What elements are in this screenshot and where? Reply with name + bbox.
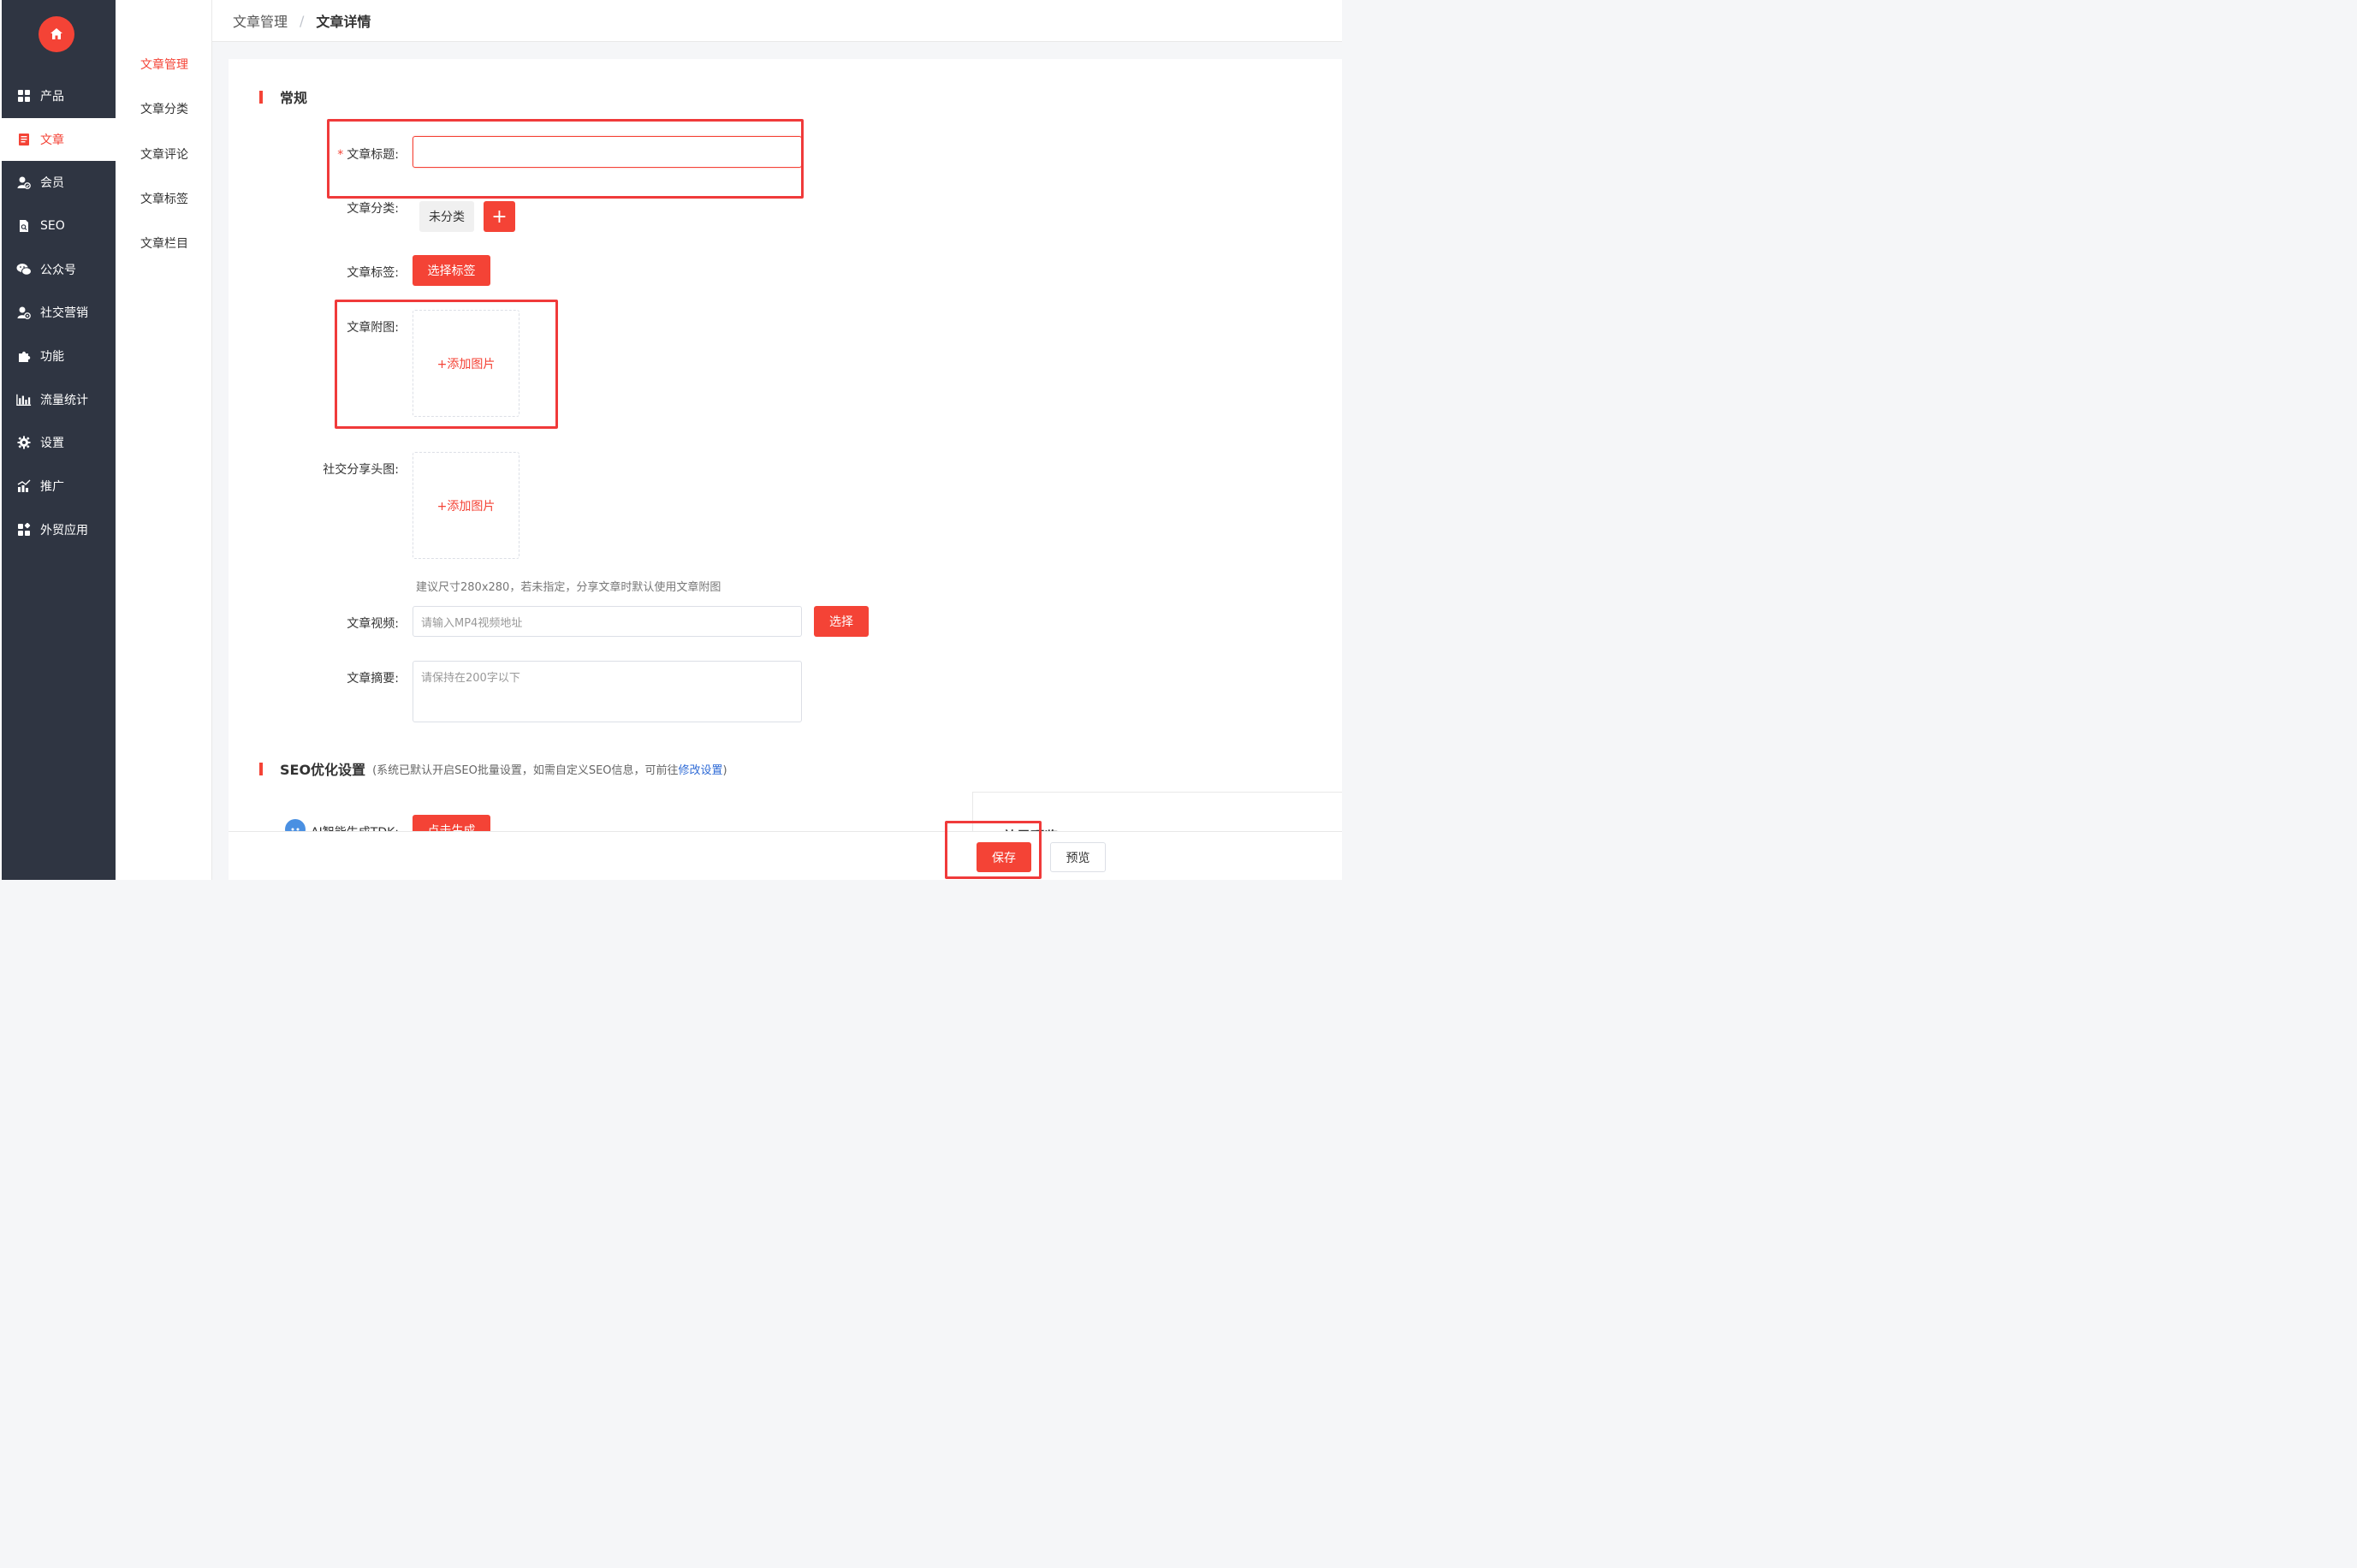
subnav-item-article-tag[interactable]: 文章标签 — [140, 190, 188, 207]
article-video-label: 文章视频: — [347, 617, 399, 631]
sidebar-item-foreign-trade[interactable]: 外贸应用 — [0, 508, 116, 551]
sidebar-item-promotion[interactable]: 推广 — [0, 465, 116, 508]
section-seo-label: SEO优化设置 — [280, 762, 366, 778]
article-category-label: 文章分类: — [347, 202, 399, 216]
share-image-hint: 建议尺寸280x280，若未指定，分享文章时默认使用文章附图 — [416, 581, 721, 594]
sidebar-item-label: 产品 — [40, 90, 64, 104]
bottom-strip — [0, 880, 1342, 893]
article-title-label-text: 文章标题: — [347, 148, 399, 162]
sidebar-item-label: 会员 — [40, 176, 64, 190]
grid-icon — [16, 88, 32, 104]
sidebar-item-traffic[interactable]: 流量统计 — [0, 378, 116, 421]
subnav-item-article-column[interactable]: 文章栏目 — [140, 235, 188, 252]
breadcrumb: 文章管理 / 文章详情 — [212, 0, 1342, 42]
sidebar-item-label: 外贸应用 — [40, 524, 88, 538]
sidebar-item-wechat[interactable]: 公众号 — [0, 248, 116, 291]
section-marker — [259, 762, 263, 775]
article-image-label: 文章附图: — [347, 321, 399, 335]
sidebar-item-social[interactable]: 社交营销 — [0, 291, 116, 334]
video-url-input[interactable]: 请输入MP4视频地址 — [413, 606, 802, 637]
sidebar-item-function[interactable]: 功能 — [0, 335, 116, 377]
sidebar-item-member[interactable]: 会员 — [0, 161, 116, 204]
summary-textarea[interactable]: 请保持在200字以下 — [413, 661, 802, 722]
required-mark: * — [337, 148, 344, 162]
breadcrumb-separator: / — [300, 12, 305, 29]
seo-note-text: (系统已默认开启SEO批量设置，如需自定义SEO信息，可前往 — [372, 763, 679, 777]
seo-note-suffix: ) — [722, 763, 727, 777]
social-icon — [16, 305, 32, 320]
puzzle-icon — [16, 348, 32, 364]
wechat-icon — [16, 262, 32, 277]
gear-icon — [16, 435, 32, 450]
add-category-button[interactable]: + — [484, 201, 515, 232]
section-general-title: 常规 — [259, 86, 307, 107]
section-general-label: 常规 — [280, 90, 308, 106]
share-image-label: 社交分享头图: — [323, 463, 399, 477]
bar-chart-icon — [16, 392, 32, 407]
subnav-item-article-comment[interactable]: 文章评论 — [140, 146, 188, 163]
sub-sidebar: 文章管理 文章分类 文章评论 文章标签 文章栏目 — [116, 0, 212, 880]
member-icon — [16, 175, 32, 190]
category-tag-uncategorized[interactable]: 未分类 — [419, 201, 474, 232]
breadcrumb-parent[interactable]: 文章管理 — [233, 10, 288, 31]
select-tag-button[interactable]: 选择标签 — [413, 255, 490, 286]
share-image-upload[interactable]: +添加图片 — [413, 452, 519, 559]
article-title-label: * 文章标题: — [296, 146, 399, 163]
home-logo[interactable] — [39, 16, 74, 52]
sidebar-item-label: 社交营销 — [40, 306, 88, 320]
sidebar-item-label: 设置 — [40, 437, 64, 450]
preview-button[interactable]: 预览 — [1050, 842, 1106, 872]
app: 产品 文章 会员 SEO 公众号 社交营销 功能 流量统计 设置 推广 外贸应用… — [0, 0, 1342, 893]
sidebar-item-label: 流量统计 — [40, 394, 88, 407]
sidebar-item-seo[interactable]: SEO — [0, 205, 116, 247]
seo-note: (系统已默认开启SEO批量设置，如需自定义SEO信息，可前往修改设置) — [372, 761, 727, 777]
select-video-button[interactable]: 选择 — [814, 606, 869, 637]
subnav-item-article-manage[interactable]: 文章管理 — [140, 56, 188, 73]
growth-chart-icon — [16, 478, 32, 494]
section-seo-title: SEO优化设置 (系统已默认开启SEO批量设置，如需自定义SEO信息，可前往修改… — [259, 758, 727, 779]
sidebar-item-article[interactable]: 文章 — [0, 118, 116, 161]
article-tag-label: 文章标签: — [347, 266, 399, 280]
sidebar-item-label: 公众号 — [40, 264, 76, 277]
sidebar-item-label: 功能 — [40, 350, 64, 364]
section-marker — [259, 90, 263, 104]
article-image-upload[interactable]: +添加图片 — [413, 310, 519, 417]
main-sidebar: 产品 文章 会员 SEO 公众号 社交营销 功能 流量统计 设置 推广 外贸应用 — [0, 0, 116, 880]
sidebar-item-product[interactable]: 产品 — [0, 74, 116, 117]
home-icon — [50, 28, 62, 39]
article-form: 常规 * 文章标题: 文章分类: 未分类 + 文章标签: 选择标签 文章附图: +… — [229, 59, 1342, 880]
article-summary-label: 文章摘要: — [347, 672, 399, 686]
subnav-item-article-category[interactable]: 文章分类 — [140, 100, 188, 117]
document-icon — [16, 132, 32, 147]
article-title-input[interactable] — [413, 136, 802, 168]
modify-settings-link[interactable]: 修改设置 — [679, 764, 723, 777]
seo-file-icon — [16, 218, 32, 234]
sidebar-item-label: 文章 — [40, 134, 64, 147]
apps-icon — [16, 522, 32, 538]
save-button[interactable]: 保存 — [977, 842, 1031, 872]
breadcrumb-current: 文章详情 — [316, 14, 371, 30]
sidebar-item-label: 推广 — [40, 480, 64, 494]
sidebar-item-label: SEO — [40, 219, 65, 233]
sidebar-item-settings[interactable]: 设置 — [0, 421, 116, 464]
footer-bar: 保存 预览 — [229, 831, 1342, 880]
